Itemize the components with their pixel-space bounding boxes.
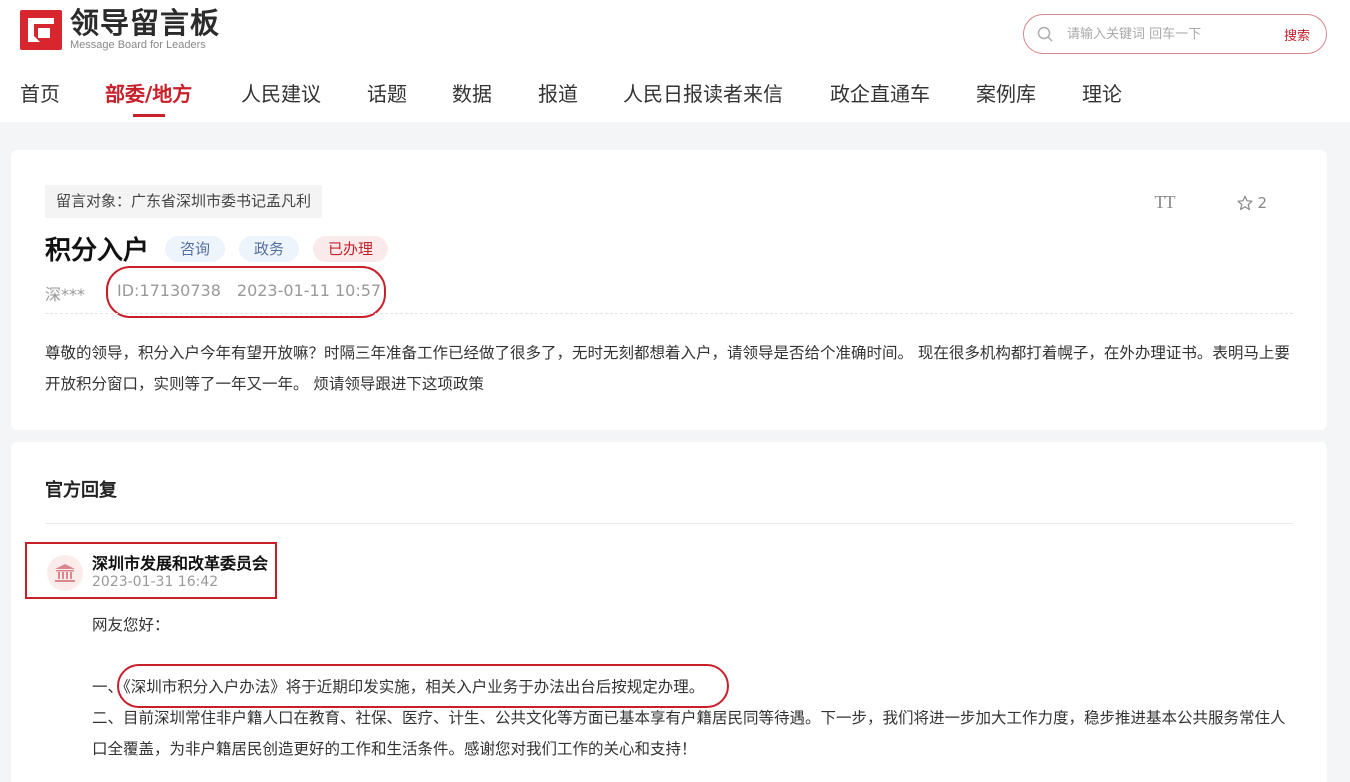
- reply-time: 2023-01-31 16:42: [92, 574, 219, 590]
- nav-active-indicator: [133, 114, 165, 117]
- reply-paragraph: 二、目前深圳常住非户籍人口在教育、社保、医疗、计生、公共文化等方面已基本享有户籍…: [92, 709, 1286, 758]
- message-author: 深***: [45, 285, 86, 304]
- main-nav: 首页 部委/地方 人民建议 话题 数据 报道 人民日报读者来信 政企直通车 案例…: [0, 74, 1350, 120]
- tag-government-affairs: 政务: [239, 235, 300, 262]
- nav-item-ministries-local[interactable]: 部委/地方: [105, 78, 192, 107]
- message-divider: [45, 313, 1293, 314]
- nav-item-topics[interactable]: 话题: [367, 78, 407, 107]
- search-button[interactable]: 搜索: [1284, 25, 1310, 44]
- message-card: 留言对象：广东省深圳市委书记孟凡利 TT 2 积分入户 咨询 政务 已办理 深*…: [11, 150, 1327, 430]
- search-input[interactable]: [1067, 26, 1267, 42]
- message-content: 尊敬的领导，积分入户今年有望开放嘛？时隔三年准备工作已经做了很多了，无时无刻都想…: [45, 344, 1290, 393]
- favorite-count: 2: [1257, 193, 1267, 212]
- nav-item-suggestions[interactable]: 人民建议: [241, 78, 321, 107]
- nav-item-reports[interactable]: 报道: [538, 78, 578, 107]
- site-header: 领导留言板 Message Board for Leaders 搜索 首页 部委…: [0, 0, 1350, 122]
- reply-paragraph: 网友您好：: [92, 616, 170, 634]
- nav-item-data[interactable]: 数据: [452, 78, 492, 107]
- tag-consult: 咨询: [165, 235, 226, 262]
- nav-item-home[interactable]: 首页: [20, 78, 60, 107]
- highlight-oval-reply-point: [117, 664, 729, 708]
- department-avatar: [47, 555, 83, 591]
- font-size-icon[interactable]: TT: [1154, 192, 1175, 213]
- nav-item-reader-letters[interactable]: 人民日报读者来信: [623, 78, 783, 107]
- nav-item-cases[interactable]: 案例库: [976, 78, 1036, 107]
- tag-handled: 已办理: [313, 235, 389, 262]
- nav-item-theory[interactable]: 理论: [1082, 78, 1122, 107]
- logo-subtitle: Message Board for Leaders: [70, 39, 206, 51]
- site-logo[interactable]: 领导留言板 Message Board for Leaders: [20, 8, 220, 52]
- highlight-oval-id-time: [106, 266, 386, 318]
- reply-divider: [45, 523, 1293, 524]
- message-target: 留言对象：广东省深圳市委书记孟凡利: [45, 185, 323, 218]
- nav-item-gov-enterprise[interactable]: 政企直通车: [830, 78, 930, 107]
- reply-section-title: 官方回复: [45, 480, 117, 501]
- star-icon: [1237, 195, 1254, 210]
- message-tools: TT 2: [1154, 192, 1267, 213]
- message-title-row: 积分入户 咨询 政务 已办理: [45, 230, 402, 267]
- favorite-button[interactable]: 2: [1237, 194, 1267, 212]
- logo-mark-icon: [20, 10, 62, 50]
- reply-card: 官方回复 深圳市发展和改革委员会 2023-01-31 16:42 网友您好： …: [11, 442, 1327, 782]
- logo-title: 领导留言板: [70, 6, 221, 40]
- search-icon: [1037, 26, 1053, 42]
- department-name: 深圳市发展和改革委员会: [92, 554, 269, 573]
- government-building-icon: [55, 564, 75, 582]
- message-title: 积分入户: [45, 236, 150, 266]
- search-box: 搜索: [1023, 14, 1327, 54]
